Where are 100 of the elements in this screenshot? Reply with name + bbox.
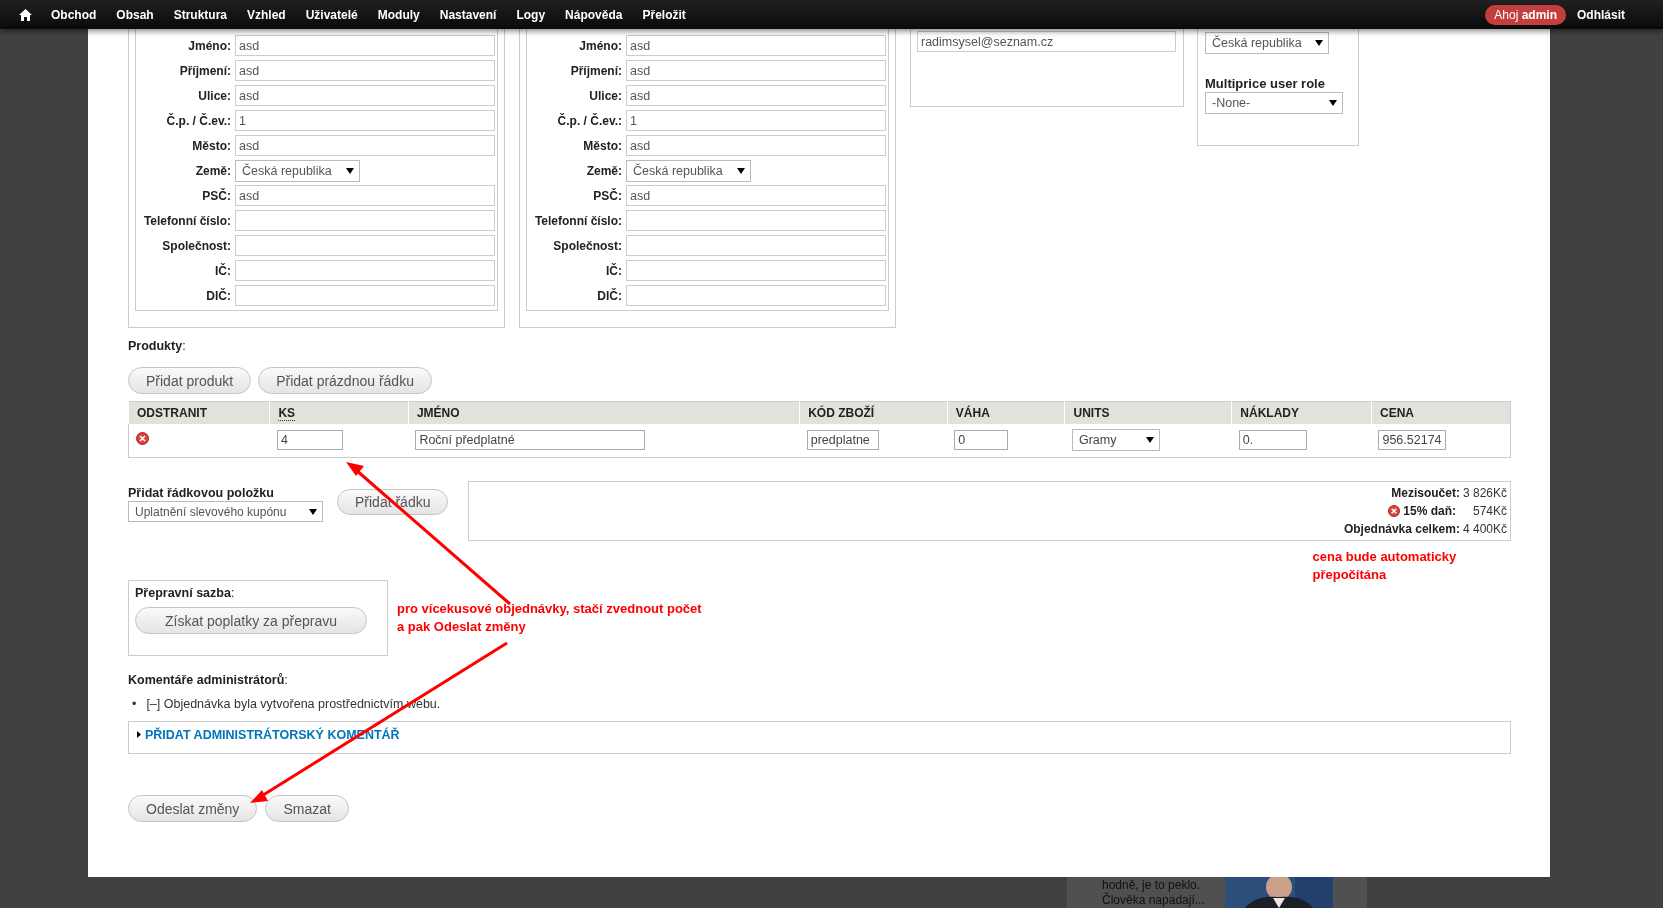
field-label: Č.p. / Č.ev.: (556, 113, 623, 128)
field-label: Jméno: (578, 38, 623, 53)
input-field[interactable]: 1 (626, 110, 886, 131)
add-button[interactable]: Přidat prázdnou řádku (258, 367, 432, 394)
background-text: hodně, je to peklo. Člověka napadají... (1102, 878, 1206, 908)
menu-item[interactable]: Uživatelé (305, 7, 358, 22)
input-field[interactable] (626, 235, 886, 256)
section-label: Přidat řádkovou položku (128, 486, 275, 500)
add-line-button[interactable]: Přidat řádku (337, 489, 449, 515)
remove-icon[interactable] (136, 432, 149, 445)
email-field[interactable]: radimsysel@seznam.cz (917, 31, 1176, 52)
action-button[interactable]: Smazat (265, 795, 349, 822)
home-icon[interactable] (19, 8, 32, 21)
input-field[interactable]: asd (626, 35, 886, 56)
field-label: Telefonní číslo: (142, 213, 232, 228)
column-header: KÓD ZBOŽÍ (799, 401, 948, 424)
menu-item[interactable]: Obsah (116, 7, 154, 22)
input-field[interactable]: asd (626, 85, 886, 106)
input-field[interactable]: asd (235, 35, 495, 56)
column-header: JMÉNO (408, 401, 800, 424)
total-value: 3 826Kč (1462, 486, 1507, 500)
country-select[interactable]: Česká republika (626, 159, 751, 182)
price-field[interactable]: 956.52174 (1378, 430, 1447, 450)
field-label: Město: (191, 138, 232, 153)
remove-icon[interactable] (1388, 505, 1401, 517)
field-label: Telefonní číslo: (533, 213, 623, 228)
input-field[interactable]: asd (235, 85, 495, 106)
column-header: KS (269, 401, 409, 424)
menu-item[interactable]: Struktura (173, 7, 227, 22)
menu-item[interactable]: Obchod (51, 7, 97, 22)
line-item-select[interactable]: Uplatnění slevového kupónu (128, 501, 323, 522)
sku-field[interactable]: predplatne (806, 430, 879, 450)
section-label: Přepravní sazba: (135, 586, 236, 600)
field-label: DIČ: (596, 288, 623, 303)
cost-field[interactable]: 0. (1238, 430, 1307, 450)
input-field[interactable] (235, 210, 495, 231)
add-button[interactable]: Přidat produkt (128, 367, 252, 394)
menu-item[interactable]: Nastavení (439, 7, 497, 22)
input-field[interactable] (235, 260, 495, 281)
units-select[interactable]: Gramy (1072, 429, 1160, 451)
input-field[interactable]: asd (626, 185, 886, 206)
field-label: Ulice: (197, 88, 232, 103)
input-field[interactable]: 1 (235, 110, 495, 131)
field-label: Multiprice user role (1205, 76, 1326, 91)
shipping-button[interactable]: Získat poplatky za přepravu (135, 607, 367, 634)
field-label: Jméno: (187, 38, 232, 53)
menu-item[interactable]: Přeložit (642, 7, 686, 22)
name-field[interactable]: Roční předplatné (415, 430, 646, 450)
action-button[interactable]: Odeslat změny (128, 795, 258, 822)
country-select[interactable]: Česká republika (235, 159, 360, 182)
country-select[interactable]: Česká republika (1205, 32, 1329, 54)
menu-item[interactable]: Nápověda (565, 7, 623, 22)
menu-item[interactable]: Moduly (377, 7, 420, 22)
field-label: Město: (582, 138, 623, 153)
caret-icon (737, 167, 745, 174)
field-label: DIČ: (205, 288, 232, 303)
column-header: ODSTRANIT (128, 401, 270, 424)
role-select[interactable]: -None- (1205, 92, 1343, 114)
input-field[interactable]: asd (235, 185, 495, 206)
field-label: Ulice: (588, 88, 623, 103)
total-label: Mezisoučet: (1391, 486, 1460, 500)
input-field[interactable]: asd (235, 60, 495, 81)
total-value: 574Kč (1472, 504, 1507, 518)
expand-icon[interactable] (137, 731, 141, 738)
field-label: Příjmení: (569, 63, 623, 78)
input-field[interactable] (235, 285, 495, 306)
field-label: IČ: (214, 263, 232, 278)
column-header: VÁHA (947, 401, 1065, 424)
logout-link[interactable]: Odhlásit (1577, 7, 1625, 22)
input-field[interactable] (626, 285, 886, 306)
bullet: • (132, 696, 137, 712)
field-label: Země: (194, 163, 232, 178)
input-field[interactable]: asd (626, 135, 886, 156)
field-label: Společnost: (552, 238, 623, 253)
field-label: Země: (585, 163, 623, 178)
caret-icon (1329, 100, 1337, 106)
quantity-field[interactable]: 4 (276, 430, 343, 450)
field-label: Příjmení: (178, 63, 232, 78)
total-label: 15% daň: (1403, 504, 1456, 518)
field-label: IČ: (605, 263, 623, 278)
annotation-note: cena bude automaticky přepočítána (1312, 548, 1458, 584)
user-greeting[interactable]: Ahoj admin (1485, 4, 1566, 25)
caret-icon (346, 167, 354, 174)
caret-icon (1315, 40, 1323, 46)
annotation-note: pro vícekusové objednávky, stačí zvednout počet a pak Odeslat změny (397, 600, 702, 636)
input-field[interactable] (626, 260, 886, 281)
field-label: PSČ: (592, 188, 623, 203)
input-field[interactable] (626, 210, 886, 231)
menu-item[interactable]: Logy (516, 7, 546, 22)
section-label: Komentáře administrátorů: (128, 673, 289, 687)
input-field[interactable]: asd (626, 60, 886, 81)
input-field[interactable] (235, 235, 495, 256)
caret-icon (1146, 437, 1154, 443)
weight-field[interactable]: 0 (954, 430, 1009, 450)
field-label: Společnost: (161, 238, 232, 253)
menu-item[interactable]: Vzhled (247, 7, 286, 22)
total-label: Objednávka celkem: (1343, 522, 1460, 536)
input-field[interactable]: asd (235, 135, 495, 156)
field-label: PSČ: (201, 188, 232, 203)
field-label: Č.p. / Č.ev.: (165, 113, 232, 128)
